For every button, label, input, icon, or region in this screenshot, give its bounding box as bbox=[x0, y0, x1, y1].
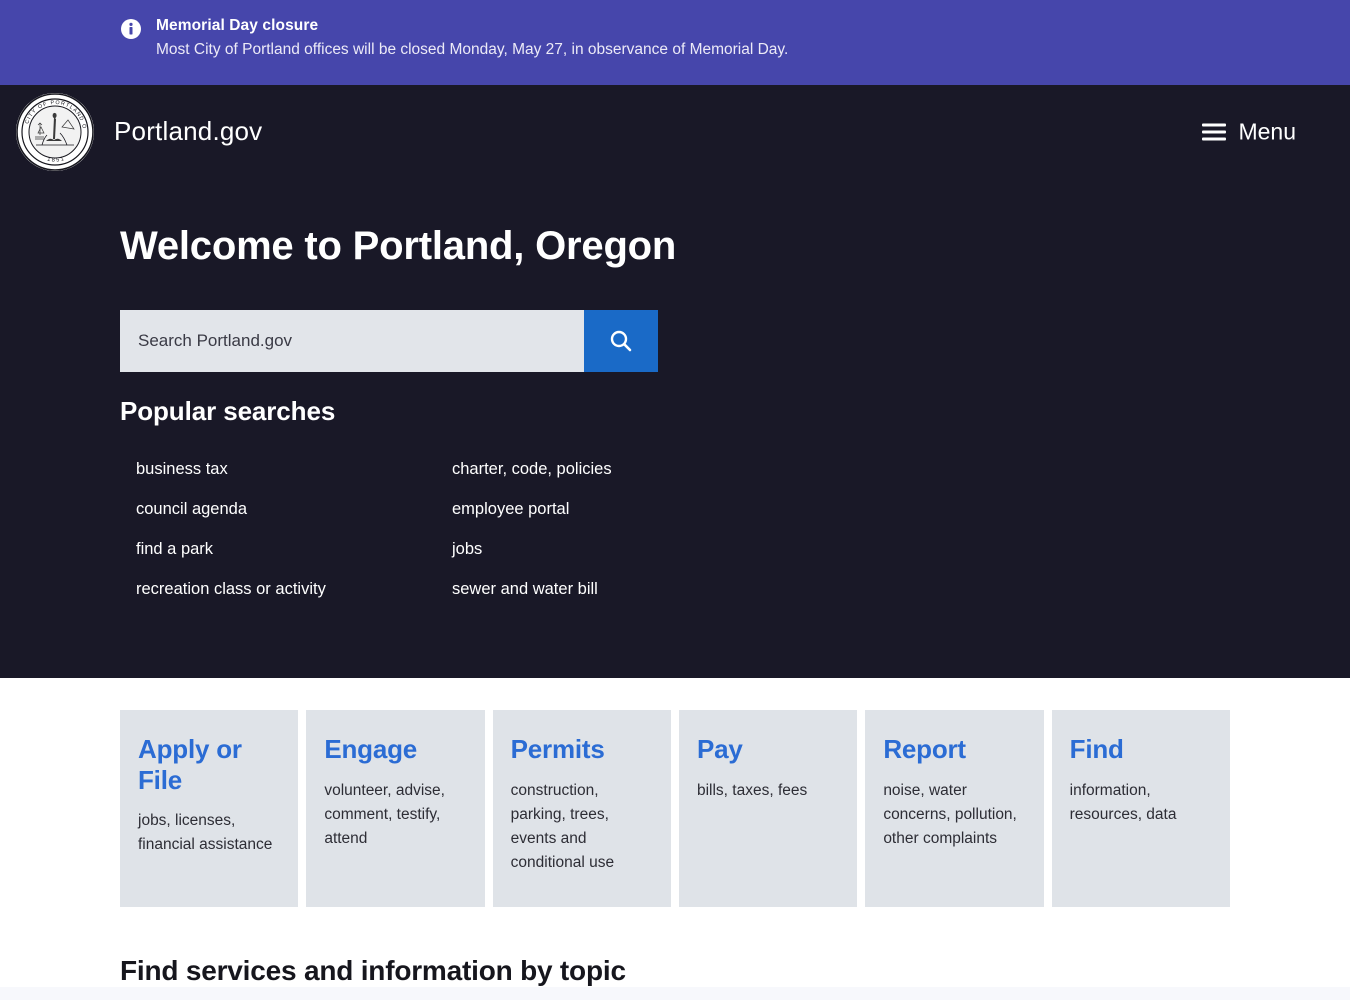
service-card-find[interactable]: Find information, resources, data bbox=[1051, 710, 1230, 907]
service-card-description: volunteer, advise, comment, testify, att… bbox=[324, 781, 445, 847]
site-logo-link[interactable]: CITY OF PORTLAND OREGON 1851 bbox=[0, 92, 263, 171]
service-card-title: Apply or File bbox=[138, 734, 242, 795]
menu-button-label: Menu bbox=[1238, 118, 1296, 144]
alert-title: Memorial Day closure bbox=[156, 17, 319, 34]
popular-search-link[interactable]: council agenda bbox=[120, 489, 436, 529]
popular-search-link[interactable]: business tax bbox=[120, 449, 436, 489]
popular-searches-title: Popular searches bbox=[120, 396, 336, 426]
service-card-description: construction, parking, trees, events and… bbox=[510, 781, 615, 871]
service-card-pay[interactable]: Pay bills, taxes, fees bbox=[678, 710, 858, 907]
search-icon bbox=[608, 328, 634, 354]
page-title: Welcome to Portland, Oregon bbox=[120, 224, 677, 268]
service-card-permits[interactable]: Permits construction, parking, trees, ev… bbox=[492, 710, 671, 907]
service-cards-row: Apply or File jobs, licenses, financial … bbox=[0, 710, 1350, 907]
search-submit-button[interactable] bbox=[584, 310, 658, 372]
service-card-title: Engage bbox=[324, 734, 418, 764]
hero-section: Welcome to Portland, Oregon Popular sear… bbox=[0, 178, 1350, 678]
service-cards-section: Apply or File jobs, licenses, financial … bbox=[0, 678, 1350, 907]
alert-banner: Memorial Day closure Most City of Portla… bbox=[0, 0, 1350, 85]
alert-content: Memorial Day closure Most City of Portla… bbox=[0, 16, 788, 85]
popular-search-link[interactable]: sewer and water bill bbox=[436, 569, 780, 609]
popular-search-link[interactable]: employee portal bbox=[436, 489, 780, 529]
site-name: Portland.gov bbox=[114, 116, 263, 146]
service-card-title: Report bbox=[883, 734, 966, 764]
topics-title: Find services and information by topic bbox=[120, 955, 626, 986]
service-card-apply-or-file[interactable]: Apply or File jobs, licenses, financial … bbox=[120, 710, 299, 907]
info-circle-icon bbox=[120, 18, 142, 40]
city-of-portland-seal-icon: CITY OF PORTLAND OREGON 1851 bbox=[16, 92, 94, 171]
popular-search-link[interactable]: charter, code, policies bbox=[436, 449, 780, 489]
menu-button[interactable]: Menu bbox=[1198, 114, 1300, 149]
site-header: CITY OF PORTLAND OREGON 1851 bbox=[0, 85, 1350, 178]
service-card-title: Permits bbox=[510, 734, 605, 764]
popular-search-link[interactable]: recreation class or activity bbox=[120, 569, 436, 609]
alert-text: Memorial Day closure Most City of Portla… bbox=[156, 16, 788, 61]
service-card-description: jobs, licenses, financial assistance bbox=[138, 812, 273, 854]
hamburger-menu-icon bbox=[1202, 123, 1227, 140]
service-card-title: Pay bbox=[696, 734, 743, 764]
service-card-description: bills, taxes, fees bbox=[696, 781, 808, 799]
service-card-title: Find bbox=[1069, 734, 1124, 764]
topics-section: Find services and information by topic bbox=[0, 907, 1350, 987]
service-card-engage[interactable]: Engage volunteer, advise, comment, testi… bbox=[306, 710, 485, 907]
hero-content: Welcome to Portland, Oregon Popular sear… bbox=[0, 178, 1350, 609]
popular-search-link[interactable]: find a park bbox=[120, 529, 436, 569]
service-card-description: information, resources, data bbox=[1069, 781, 1177, 823]
search-input[interactable] bbox=[120, 310, 584, 372]
popular-search-link[interactable]: jobs bbox=[436, 529, 780, 569]
popular-searches-list: business tax charter, code, policies cou… bbox=[120, 449, 780, 609]
service-card-report[interactable]: Report noise, water concerns, pollution,… bbox=[865, 710, 1044, 907]
search-form bbox=[120, 310, 658, 372]
alert-message: Most City of Portland offices will be cl… bbox=[156, 41, 789, 59]
service-card-description: noise, water concerns, pollution, other … bbox=[883, 781, 1017, 847]
